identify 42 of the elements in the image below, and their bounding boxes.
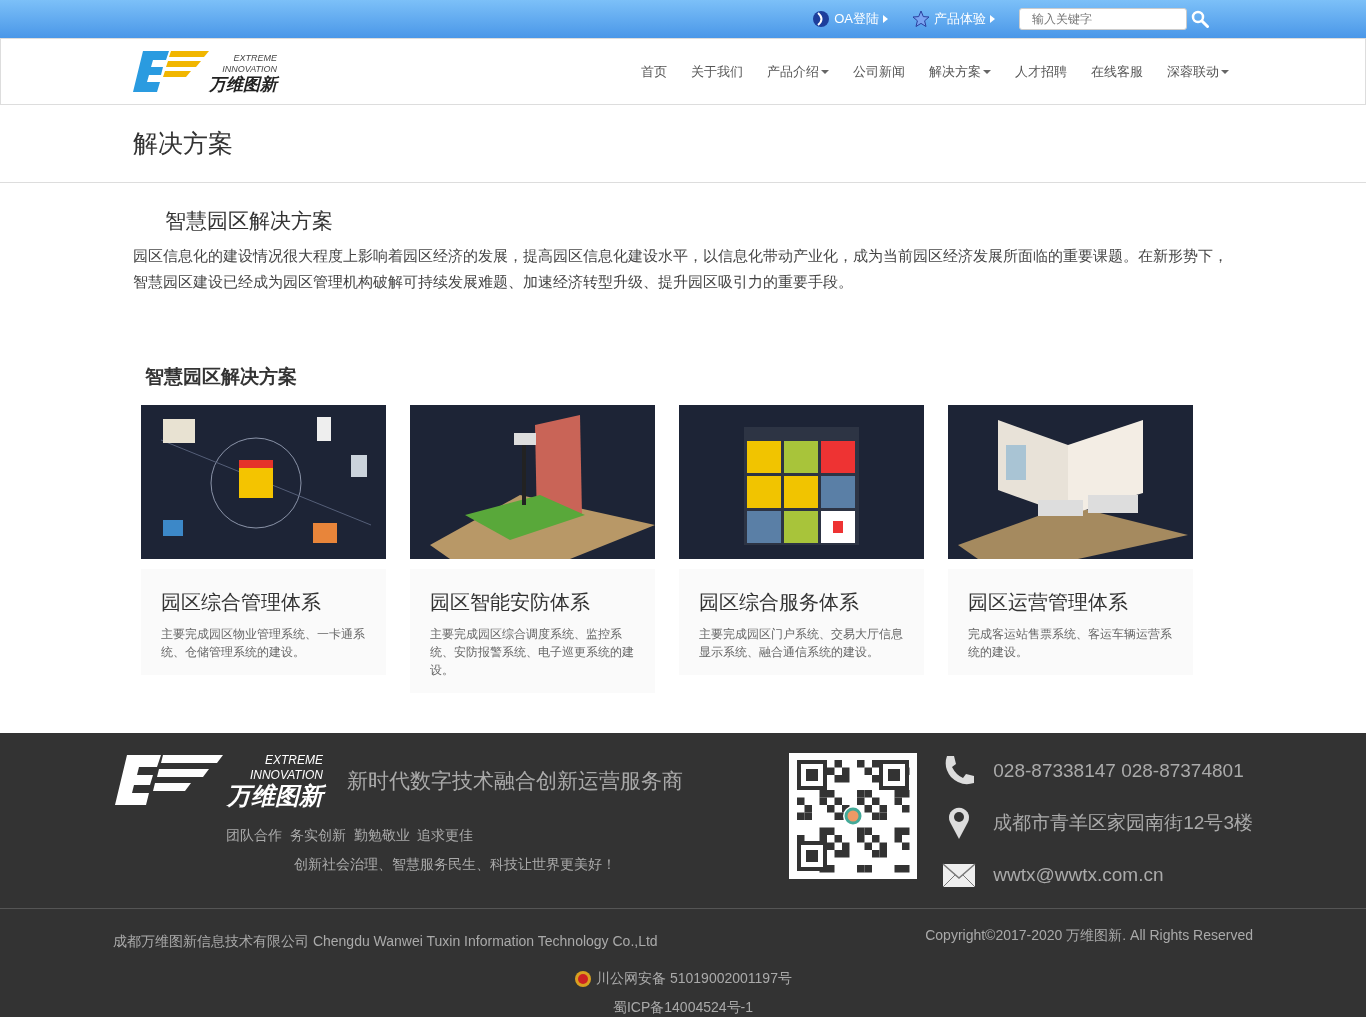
card-title: 园区综合管理体系: [161, 590, 322, 615]
card-title: 园区运营管理体系: [968, 590, 1129, 615]
globe-icon: [812, 10, 831, 28]
card-text: 完成客运站售票系统、客运车辆运营系统的建设。: [968, 626, 1173, 661]
nav-link[interactable]: 人才招聘: [1015, 61, 1067, 82]
nav-link[interactable]: 深蓉联动: [1167, 61, 1229, 82]
search-icon: [1191, 10, 1209, 28]
section-title: 智慧园区解决方案: [145, 364, 298, 389]
article-paragraph: 园区信息化的建设情况很大程度上影响着园区经济的发展，提高园区信息化建设水平，以信息化带动产业化，成为当前园区经济发展所面临的重要课题。在新形势下，智慧园区建设已经成为园区管理机构破解可持续发展难题、加速经济转型升级、提升园区吸引力的重要手段。: [133, 245, 1229, 292]
search-field[interactable]: 输入关键字: [1019, 8, 1187, 30]
logo-text: EXTREME: [233, 52, 277, 64]
nav-link[interactable]: 产品介绍: [767, 61, 829, 82]
icp-record-link[interactable]: 蜀ICP备14004524号-1: [612, 997, 754, 1018]
nav-link[interactable]: 关于我们: [691, 61, 743, 82]
logo-text: INNOVATION: [249, 768, 323, 783]
values-text: 团队合作 务实创新 勤勉敬业 追求更佳: [226, 826, 475, 845]
contact-text: wwtx@wwtx.com.cn: [993, 862, 1164, 887]
police-badge-icon: [574, 969, 593, 988]
caret-right-icon: [990, 15, 995, 23]
logo-mark-icon: [133, 48, 209, 95]
nav-link[interactable]: 在线客服: [1091, 61, 1143, 82]
card-title: 园区综合服务体系: [699, 590, 860, 615]
contact-text: 028-87338147 028-87374801: [993, 758, 1244, 783]
copyright-text: Copyright©2017-2020 万维图新. All Rights Reserved: [925, 926, 1253, 945]
caret-right-icon: [883, 15, 888, 23]
star-icon: [912, 10, 930, 28]
card-title: 园区智能安防体系: [430, 590, 591, 615]
logo-text: EXTREME: [265, 753, 323, 768]
nav-link[interactable]: 解决方案: [929, 61, 991, 82]
card-text: 主要完成园区综合调度系统、监控系统、安防报警系统、电子巡更系统的建设。: [430, 626, 635, 679]
logo-text: INNOVATION: [222, 63, 277, 75]
slogan: 新时代数字技术融合创新运营服务商: [347, 768, 683, 795]
police-record-link[interactable]: 川公网安备 51019002001197号: [596, 968, 792, 989]
nav-link[interactable]: 首页: [641, 61, 667, 82]
nav-link[interactable]: 公司新闻: [853, 61, 905, 82]
company-name: 成都万维图新信息技术有限公司 Chengdu Wanwei Tuxin Information Technology Co.,Ltd: [113, 932, 658, 951]
page-title: 解决方案: [133, 127, 233, 159]
mission-text: 创新社会治理、智慧服务民生、科技让世界更美好！: [294, 855, 617, 874]
article-title: 智慧园区解决方案: [165, 208, 334, 234]
contact-text: 成都市青羊区家园南街12号3楼: [993, 810, 1253, 835]
card-text: 主要完成园区物业管理系统、一卡通系统、仓储管理系统的建设。: [161, 626, 366, 661]
card-text: 主要完成园区门户系统、交易大厅信息显示系统、融合通信系统的建设。: [699, 626, 904, 661]
